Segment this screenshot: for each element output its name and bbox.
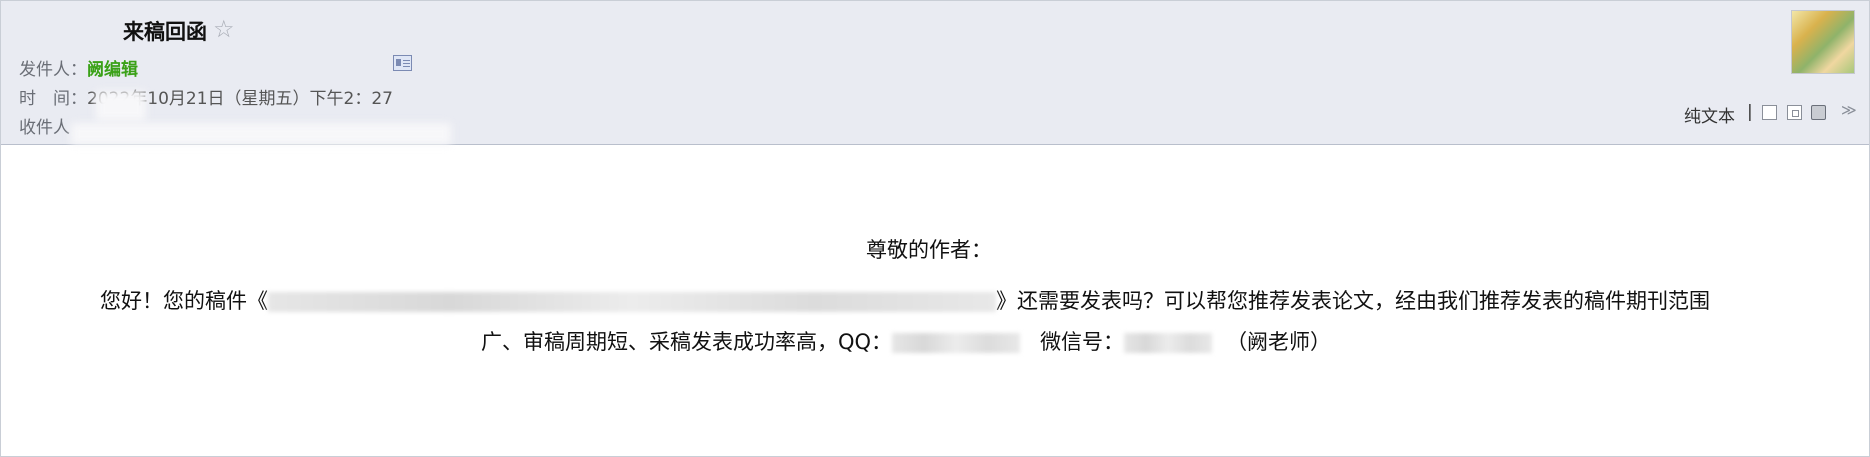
mail-subject: 来稿回函	[123, 20, 207, 44]
star-icon[interactable]: ☆	[213, 15, 235, 43]
to-row: 收件人	[19, 113, 70, 138]
redacted-area	[96, 91, 146, 121]
redacted-wechat	[1124, 333, 1213, 353]
mail-header: 来稿回函 ☆ 发件人：阙编辑 时 间：2022年10月21日（星期五）下午2：2…	[1, 1, 1869, 145]
body-line2-prefix: 广、审稿周期短、采稿发表成功率高，QQ：	[481, 330, 893, 354]
body-line2-suffix: （阙老师）	[1226, 330, 1332, 354]
print-icon[interactable]	[1811, 105, 1826, 120]
time-label: 时 间：	[19, 89, 87, 109]
to-label: 收件人	[19, 118, 70, 138]
body-line1-suffix: 》还需要发表吗？可以帮您推荐发表论文，经由我们推荐发表的稿件期刊范围	[996, 289, 1710, 313]
chevron-down-icon[interactable]: ≫	[1841, 101, 1857, 119]
salutation: 尊敬的作者：	[866, 238, 992, 262]
body-line2-mid: 微信号：	[1040, 330, 1125, 354]
from-row: 发件人：阙编辑	[19, 55, 138, 80]
redacted-title	[268, 292, 996, 312]
body-line1-prefix: 您好！您的稿件《	[100, 289, 268, 313]
redacted-qq	[892, 333, 1021, 353]
plaintext-link[interactable]: 纯文本	[1684, 102, 1735, 127]
body-line-1: 您好！您的稿件《 》还需要发表吗？可以帮您推荐发表论文，经由我们推荐发表的稿件期刊…	[100, 285, 1710, 315]
download-icon[interactable]	[1787, 105, 1802, 120]
avatar[interactable]	[1791, 10, 1855, 74]
toolbar-separator: |	[1747, 102, 1753, 122]
time-row: 时 间：2022年10月21日（星期五）下午2：27	[19, 84, 393, 109]
redacted-recipients	[71, 123, 451, 145]
sender-name[interactable]: 阙编辑	[87, 60, 138, 80]
body-line-2: 广、审稿周期短、采稿发表成功率高，QQ： 微信号： （阙老师）	[481, 326, 1331, 356]
from-label: 发件人：	[19, 60, 87, 80]
new-window-icon[interactable]	[1762, 105, 1777, 120]
contact-card-icon[interactable]	[393, 55, 412, 71]
